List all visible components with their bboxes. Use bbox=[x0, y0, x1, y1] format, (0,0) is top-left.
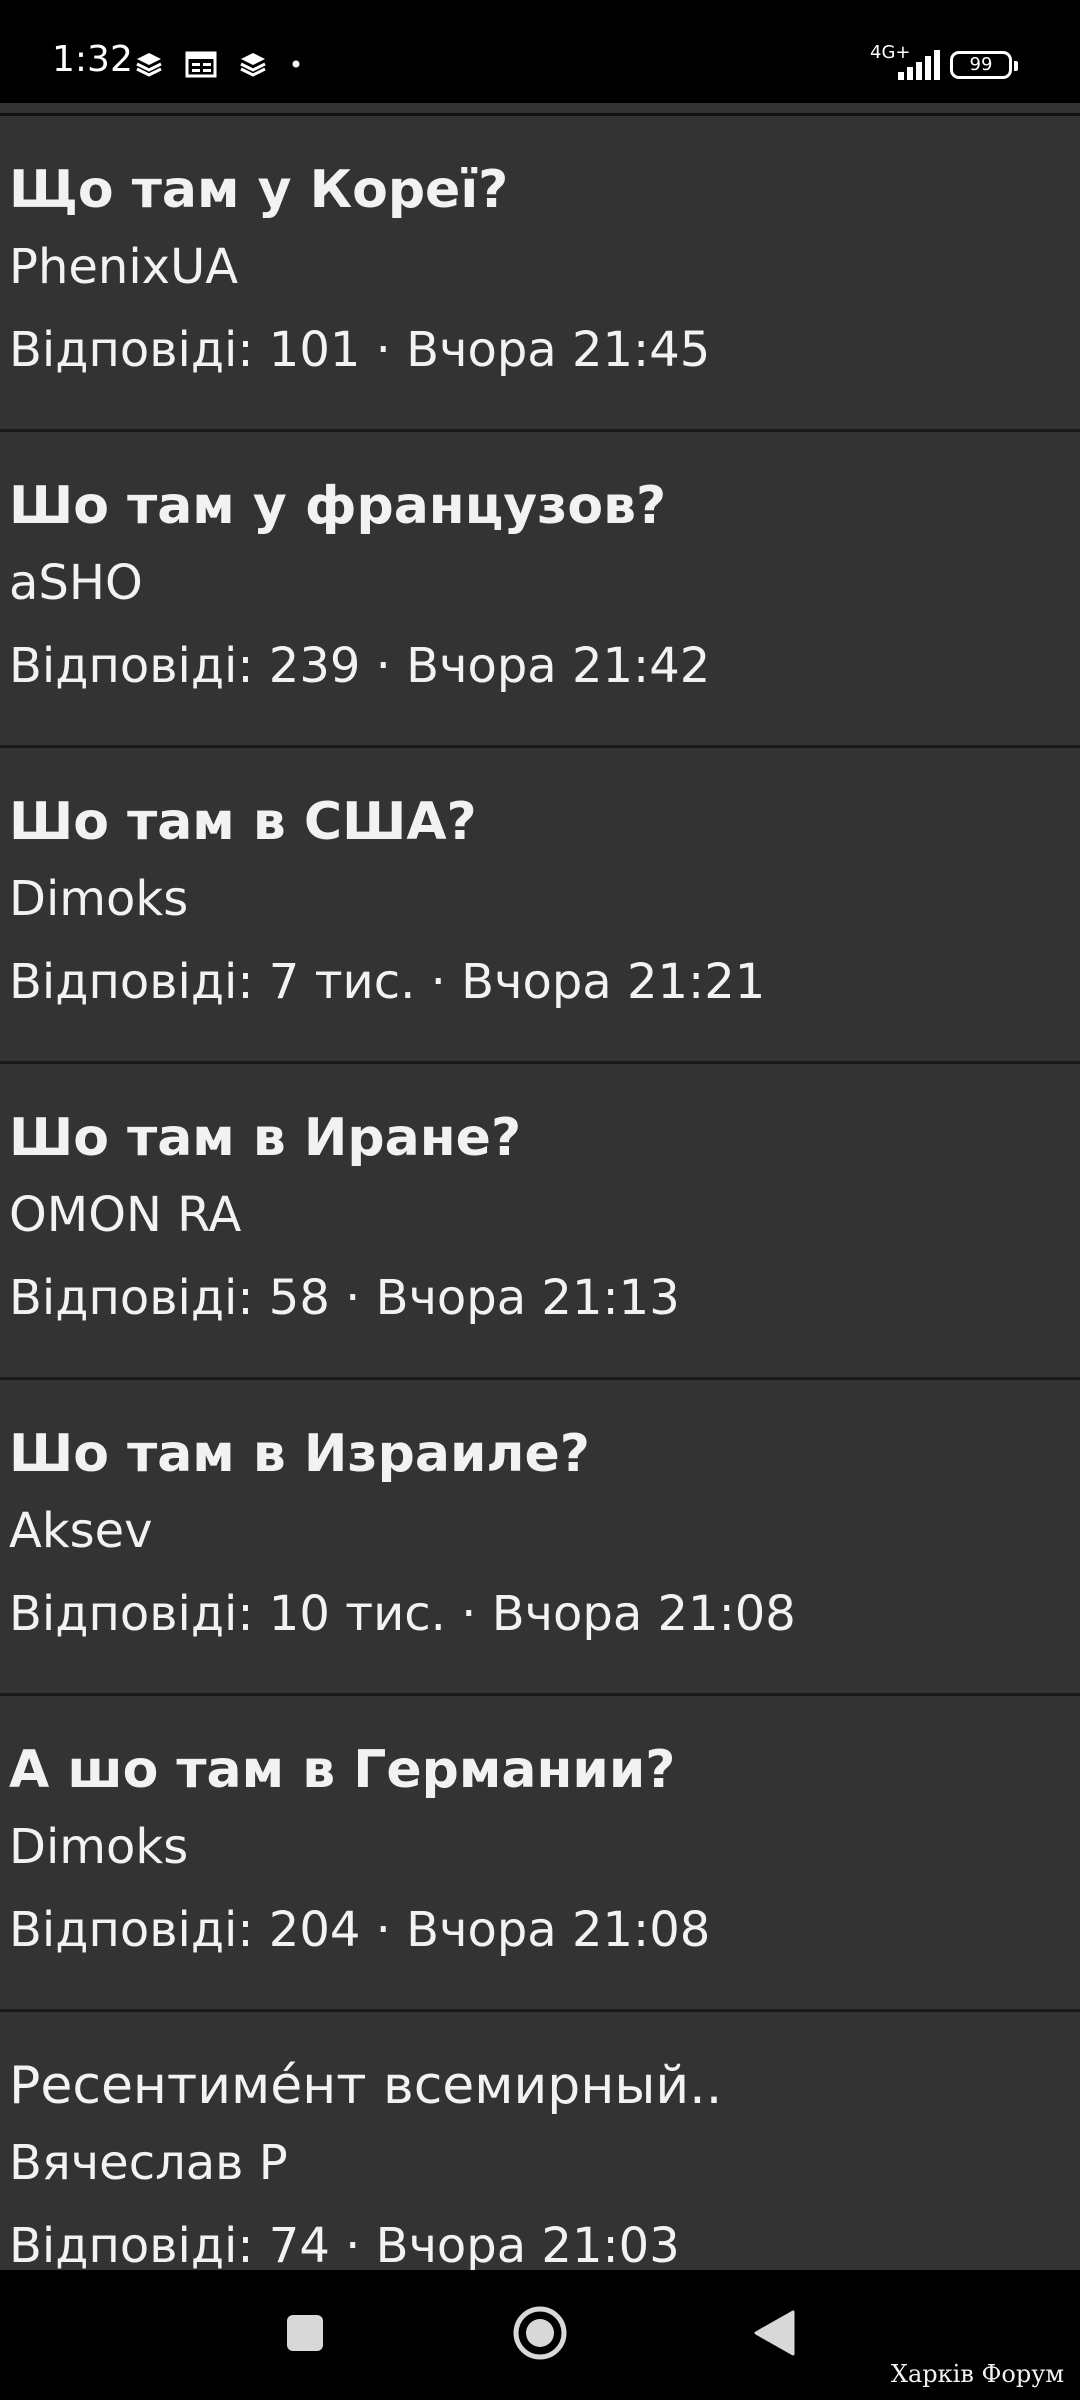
topic-meta: Відповіді: 239 · Вчора 21:42 bbox=[9, 638, 711, 694]
topic-title[interactable]: Ресентиме́нт всемирный.. bbox=[9, 2055, 722, 2117]
topic-item[interactable]: А шо там в Германии? Dimoks Відповіді: 2… bbox=[0, 1696, 1080, 2012]
topic-author: Вячеслав Р bbox=[9, 2135, 288, 2191]
topic-item[interactable]: Шо там в США? Dimoks Відповіді: 7 тис. ·… bbox=[0, 748, 1080, 1064]
topic-item[interactable]: Ресентиме́нт всемирный.. Вячеслав Р Відп… bbox=[0, 2012, 1080, 2270]
topic-author: Dimoks bbox=[9, 871, 189, 927]
notification-icons bbox=[135, 50, 303, 78]
topic-author: Aksev bbox=[9, 1503, 153, 1559]
back-button[interactable] bbox=[694, 2270, 854, 2400]
topic-item[interactable]: Шо там у французов? aSHO Відповіді: 239 … bbox=[0, 432, 1080, 748]
topic-item[interactable]: Шо там в Израиле? Aksev Відповіді: 10 ти… bbox=[0, 1380, 1080, 1696]
topic-list[interactable]: Що там у Кореї? PhenixUA Відповіді: 101 … bbox=[0, 103, 1080, 2270]
dot-icon bbox=[289, 57, 303, 71]
topic-author: OMON RA bbox=[9, 1187, 242, 1243]
back-icon bbox=[753, 2310, 795, 2360]
signal-icon bbox=[898, 50, 940, 84]
home-icon bbox=[511, 2304, 569, 2366]
topic-title[interactable]: А шо там в Германии? bbox=[9, 1739, 675, 1801]
battery-icon: 99 bbox=[950, 51, 1018, 79]
topic-meta: Відповіді: 204 · Вчора 21:08 bbox=[9, 1902, 711, 1958]
topic-author: aSHO bbox=[9, 555, 143, 611]
topic-title[interactable]: Що там у Кореї? bbox=[9, 159, 508, 221]
screen: 1:32 4G+ 99 Що там у Кореї? PhenixUA Від… bbox=[0, 0, 1080, 2400]
battery-level: 99 bbox=[969, 54, 993, 75]
home-button[interactable] bbox=[460, 2270, 620, 2400]
topic-meta: Відповіді: 58 · Вчора 21:13 bbox=[9, 1270, 680, 1326]
layers-icon bbox=[239, 51, 267, 77]
status-bar: 1:32 4G+ 99 bbox=[0, 0, 1080, 103]
calendar-icon bbox=[185, 50, 217, 78]
layers-icon bbox=[135, 51, 163, 77]
topic-author: PhenixUA bbox=[9, 239, 239, 295]
watermark: Харків Форум bbox=[890, 2360, 1064, 2388]
topic-title[interactable]: Шо там в Иране? bbox=[9, 1107, 521, 1169]
topic-item[interactable]: Що там у Кореї? PhenixUA Відповіді: 101 … bbox=[0, 116, 1080, 432]
topic-meta: Відповіді: 101 · Вчора 21:45 bbox=[9, 322, 711, 378]
topic-meta: Відповіді: 7 тис. · Вчора 21:21 bbox=[9, 954, 766, 1010]
topic-author: Dimoks bbox=[9, 1819, 189, 1875]
navigation-bar: Харків Форум bbox=[0, 2270, 1080, 2400]
topic-title[interactable]: Шо там в Израиле? bbox=[9, 1423, 590, 1485]
topic-meta: Відповіді: 74 · Вчора 21:03 bbox=[9, 2218, 680, 2270]
topic-title[interactable]: Шо там в США? bbox=[9, 791, 477, 853]
status-time: 1:32 bbox=[52, 39, 133, 80]
topic-title[interactable]: Шо там у французов? bbox=[9, 475, 666, 537]
topic-meta: Відповіді: 10 тис. · Вчора 21:08 bbox=[9, 1586, 796, 1642]
topic-item[interactable]: Шо там в Иране? OMON RA Відповіді: 58 · … bbox=[0, 1064, 1080, 1380]
recents-icon bbox=[285, 2313, 325, 2357]
recents-button[interactable] bbox=[225, 2270, 385, 2400]
